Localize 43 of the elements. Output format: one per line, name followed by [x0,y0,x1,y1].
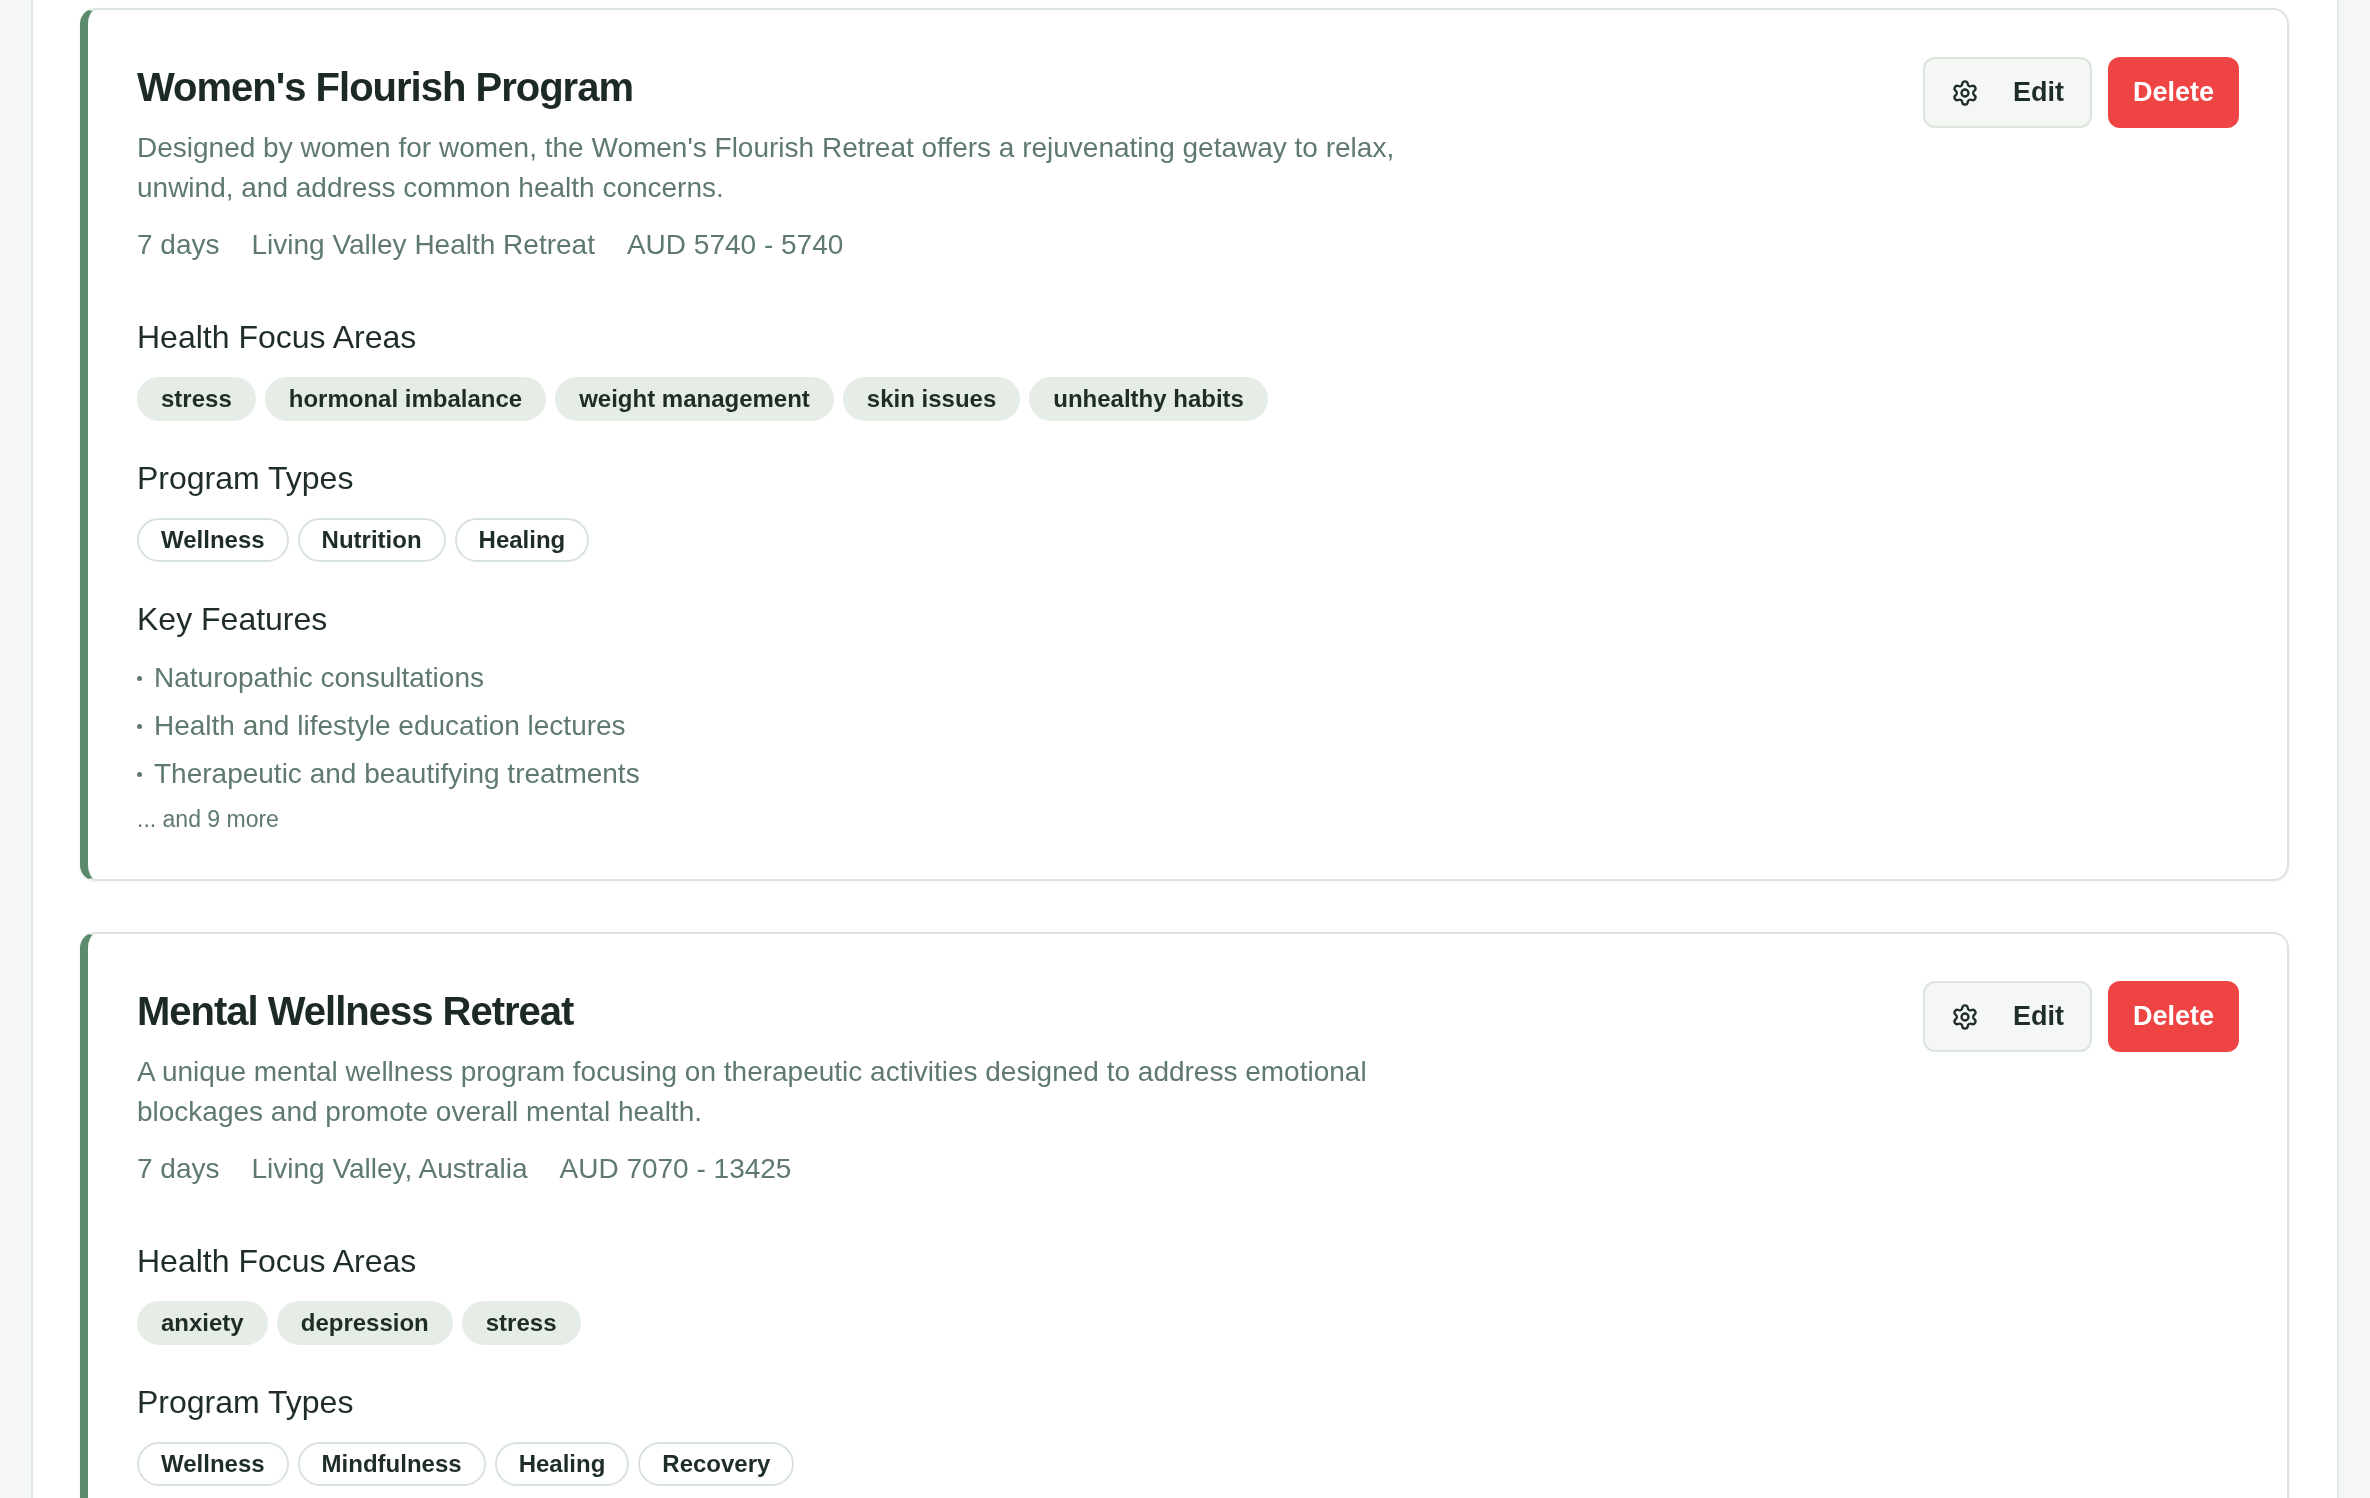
focus-tag: skin issues [842,377,1021,421]
feature-text: Therapeutic and beautifying treatments [154,757,640,791]
duration-text: 7 days [137,1152,220,1186]
location-text: Living Valley, Australia [251,1152,528,1186]
program-title: Mental Wellness Retreat [137,988,575,1035]
focus-tag: weight management [555,377,834,421]
price-text: AUD 5740 - 5740 [626,228,844,262]
section-heading: Program Types [137,459,355,498]
more-text: ... and 9 more [137,805,279,834]
feature-text: Naturopathic consultations [154,661,484,695]
settings-icon [1950,1002,1979,1031]
program-description: A unique mental wellness program focusing on therapeutic activities designed to address emotional blockages and promote overall mental health. [137,1055,1368,1129]
focus-tag: anxiety [137,1301,268,1345]
type-tag: Nutrition [297,518,446,562]
type-tag: Healing [454,518,590,562]
type-tag: Wellness [137,518,289,562]
type-tag: Recovery [638,1442,795,1486]
section-heading: Health Focus Areas [137,318,418,357]
location-text: Living Valley Health Retreat [251,228,595,262]
type-tag: Wellness [137,1442,289,1486]
duration-text: 7 days [137,228,220,262]
bullet-icon [137,771,142,777]
focus-tag: unhealthy habits [1029,377,1268,421]
bullet-icon [137,675,142,681]
program-title: Women's Flourish Program [137,64,634,111]
section-heading: Program Types [137,1383,355,1422]
type-tag: Healing [494,1442,630,1486]
delete-button[interactable]: Delete [2107,57,2239,128]
edit-button[interactable]: Edit [1922,981,2092,1052]
price-text: AUD 7070 - 13425 [559,1152,792,1186]
settings-icon [1950,78,1979,107]
delete-button[interactable]: Delete [2107,981,2239,1052]
focus-tag: depression [276,1301,453,1345]
focus-tag: stress [461,1301,581,1345]
program-description: Designed by women for women, the Women's Flourish Retreat offers a rejuvenating getaway to relax, unwind, and address common health concerns. [137,131,1396,205]
focus-tag: stress [137,377,256,421]
bullet-icon [137,723,142,729]
edit-button[interactable]: Edit [1922,57,2092,128]
section-heading: Health Focus Areas [137,1242,418,1281]
feature-text: Health and lifestyle education lectures [154,709,626,743]
type-tag: Mindfulness [297,1442,486,1486]
section-heading: Key Features [137,600,329,639]
focus-tag: hormonal imbalance [264,377,547,421]
